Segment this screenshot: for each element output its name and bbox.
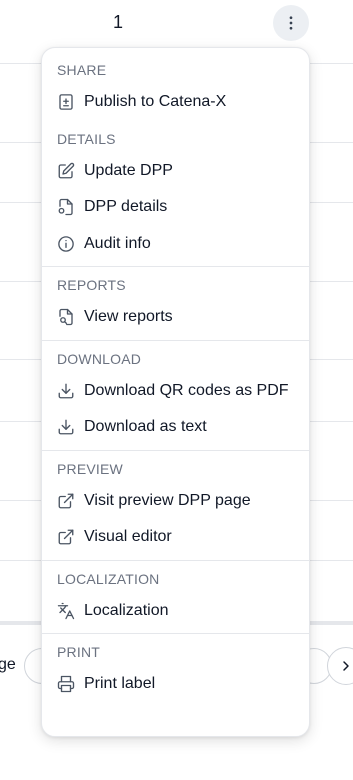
menu-item-label: Publish to Catena-X <box>84 93 227 111</box>
menu-section-download: DOWNLOAD <box>57 350 142 367</box>
file-cog-icon <box>57 198 75 216</box>
actions-menu: SHARE Publish to Catena-X DETAILS Update… <box>41 47 310 737</box>
menu-divider <box>42 449 309 451</box>
menu-item-label: View reports <box>84 308 173 326</box>
menu-item-view-reports[interactable]: View reports <box>42 299 309 336</box>
menu-item-label: DPP details <box>84 198 168 216</box>
file-search-icon <box>57 308 75 326</box>
pagination-label: ge <box>0 656 16 673</box>
menu-item-label: Print label <box>84 675 156 693</box>
menu-section-localization: LOCALIZATION <box>57 570 160 587</box>
info-icon <box>57 235 75 253</box>
external-link-icon <box>57 528 75 546</box>
menu-item-publish-catena-x[interactable]: Publish to Catena-X <box>42 84 309 121</box>
menu-item-dpp-details[interactable]: DPP details <box>42 189 309 226</box>
menu-item-download-qr-pdf[interactable]: Download QR codes as PDF <box>42 373 309 410</box>
menu-item-label: Update DPP <box>84 161 173 179</box>
menu-item-visual-editor[interactable]: Visual editor <box>42 519 309 556</box>
menu-item-label: Download QR codes as PDF <box>84 381 289 399</box>
pagination-next-button[interactable] <box>327 647 353 685</box>
menu-item-label: Audit info <box>84 234 151 252</box>
menu-divider <box>42 339 309 341</box>
menu-section-reports: REPORTS <box>57 277 126 293</box>
menu-section-preview: PREVIEW <box>57 460 123 477</box>
menu-item-download-text[interactable]: Download as text <box>42 409 309 446</box>
menu-item-print-label[interactable]: Print label <box>42 666 309 703</box>
menu-divider <box>42 633 309 634</box>
menu-item-label: Download as text <box>84 418 207 436</box>
languages-icon <box>57 602 75 620</box>
edit-icon <box>57 162 75 180</box>
chevron-right-icon <box>338 658 353 674</box>
menu-section-print: PRINT <box>57 644 100 660</box>
menu-item-label: Visual editor <box>84 528 172 546</box>
download-icon <box>57 418 75 436</box>
menu-section-share: SHARE <box>57 62 107 78</box>
external-link-icon <box>57 492 75 510</box>
menu-item-visit-preview[interactable]: Visit preview DPP page <box>42 483 309 520</box>
row-actions-button[interactable] <box>273 5 309 41</box>
menu-item-label: Visit preview DPP page <box>84 491 251 509</box>
cell-value: 1 <box>113 12 124 32</box>
menu-divider <box>42 266 309 267</box>
menu-section-details: DETAILS <box>57 130 116 147</box>
more-vertical-icon <box>282 14 300 32</box>
menu-item-update-dpp[interactable]: Update DPP <box>42 153 309 190</box>
download-icon <box>57 382 75 400</box>
menu-item-audit-info[interactable]: Audit info <box>42 226 309 263</box>
menu-item-label: Localization <box>84 601 169 619</box>
printer-icon <box>57 675 75 693</box>
menu-divider <box>42 559 309 561</box>
menu-item-localization[interactable]: Localization <box>42 593 309 630</box>
file-plus-icon <box>57 93 75 111</box>
